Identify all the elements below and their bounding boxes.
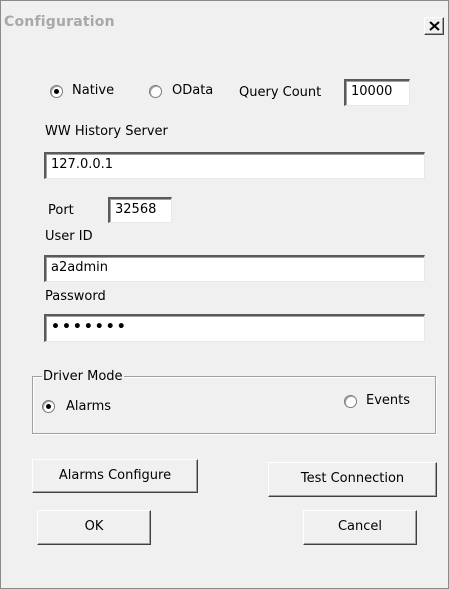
alarms-radio[interactable] xyxy=(42,400,55,413)
server-input[interactable]: 127.0.0.1 xyxy=(44,152,425,179)
window-title: Configuration xyxy=(4,14,115,30)
user-id-label: User ID xyxy=(45,229,93,244)
native-radio[interactable] xyxy=(50,85,63,98)
server-label: WW History Server xyxy=(45,124,168,139)
ok-button[interactable]: OK xyxy=(37,510,151,545)
password-label: Password xyxy=(45,289,106,304)
query-count-label: Query Count xyxy=(239,85,322,100)
port-input[interactable]: 32568 xyxy=(108,197,172,223)
test-connection-button[interactable]: Test Connection xyxy=(268,462,437,497)
radio-selected-dot xyxy=(46,404,51,409)
port-label: Port xyxy=(48,203,74,218)
user-id-input[interactable]: a2admin xyxy=(44,255,425,282)
native-label: Native xyxy=(72,83,115,98)
odata-label: OData xyxy=(172,83,214,98)
close-button[interactable] xyxy=(424,17,444,35)
odata-radio[interactable] xyxy=(149,85,162,98)
cancel-button[interactable]: Cancel xyxy=(303,510,417,545)
events-label: Events xyxy=(366,393,411,408)
driver-mode-legend: Driver Mode xyxy=(42,369,124,384)
configuration-dialog: Configuration Native OData Query Count 1… xyxy=(0,0,449,589)
query-count-input[interactable]: 10000 xyxy=(344,79,410,106)
events-radio[interactable] xyxy=(344,395,357,408)
radio-selected-dot xyxy=(54,89,59,94)
close-icon xyxy=(429,21,440,31)
alarms-label: Alarms xyxy=(66,399,112,414)
alarms-configure-button[interactable]: Alarms Configure xyxy=(32,459,198,493)
title-bar: Configuration xyxy=(1,1,448,39)
password-input[interactable]: ••••••• xyxy=(44,314,425,342)
